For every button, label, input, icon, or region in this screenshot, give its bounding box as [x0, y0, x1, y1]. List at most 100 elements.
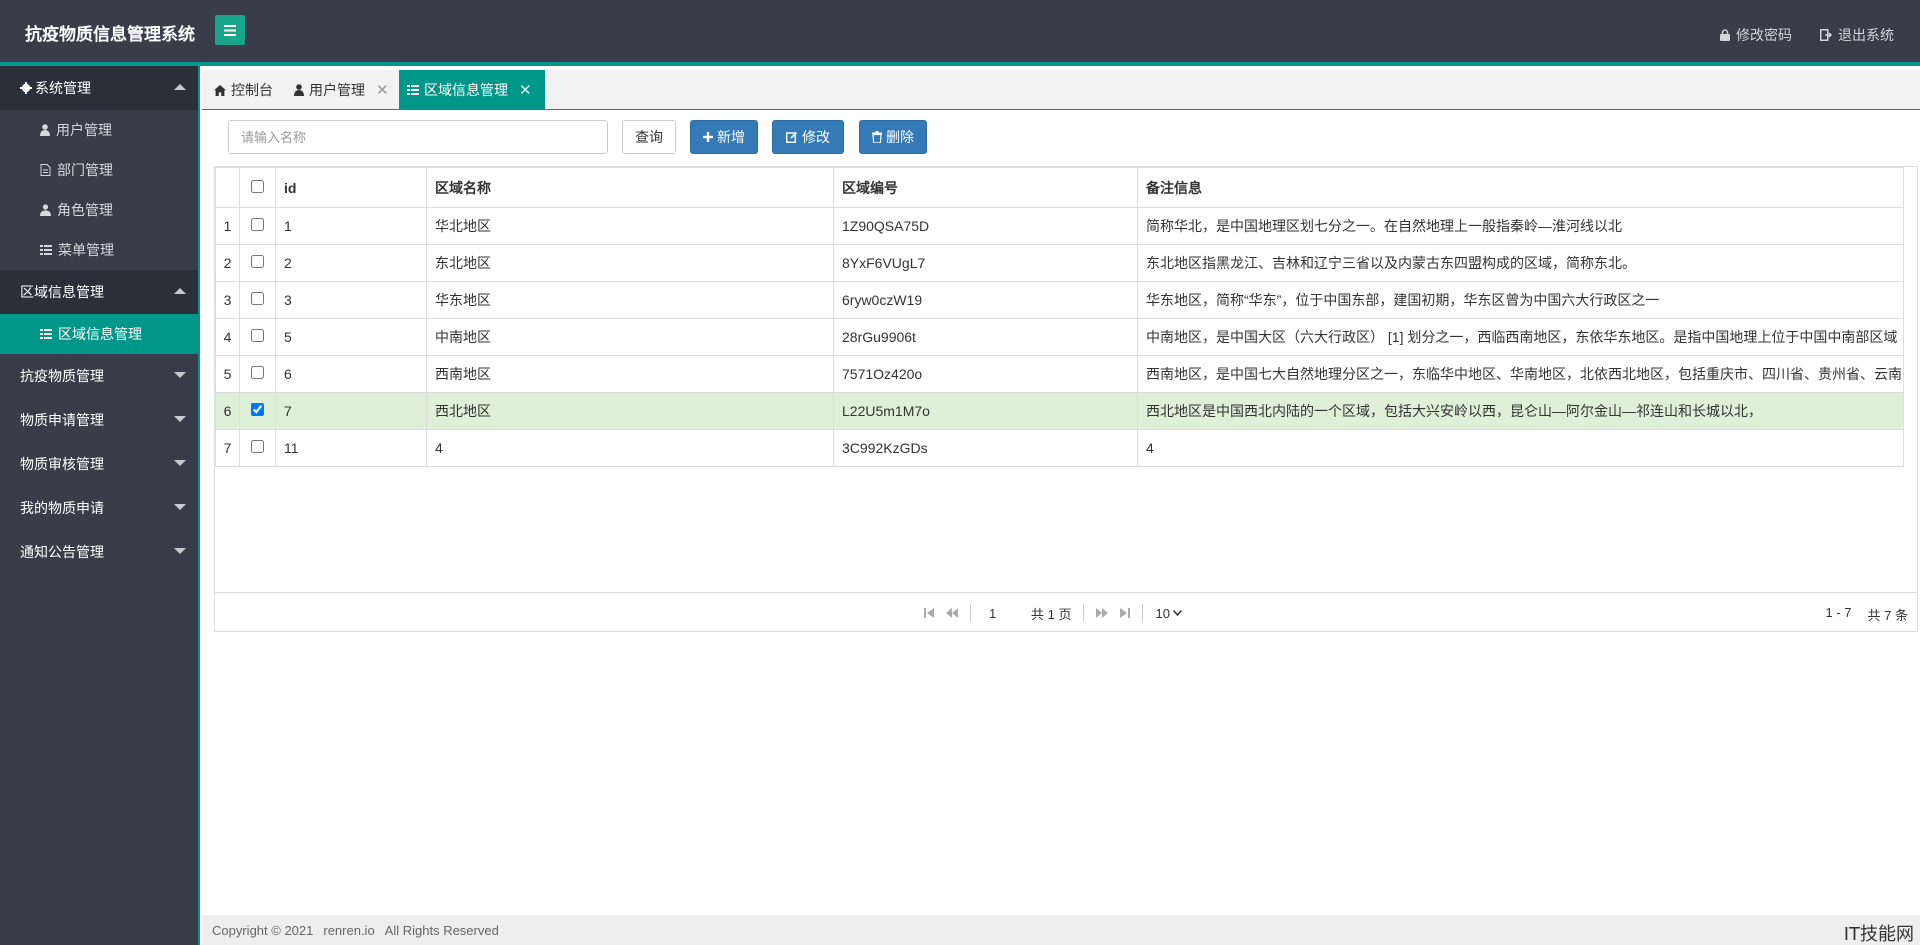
chevron-down-icon — [174, 416, 186, 422]
cell-remark: 中南地区，是中国大区（六大行政区） [1] 划分之一，西临西南地区，东依华东地区… — [1137, 318, 1904, 356]
cell-code: 1Z90QSA75D — [833, 207, 1138, 245]
tab-bar: 控制台 用户管理 ✕ 区域信息管理 ✕ — [202, 70, 1920, 110]
next-page-icon[interactable] — [1096, 608, 1109, 618]
table-row[interactable]: 4 5 中南地区 28rGu9906t 中南地区，是中国大区（六大行政区） [1… — [215, 318, 1904, 356]
page-number-input[interactable] — [983, 605, 1019, 621]
cell-name: 华北地区 — [426, 207, 834, 245]
cell-code: L22U5m1M7o — [833, 392, 1138, 430]
row-checkbox[interactable] — [251, 329, 264, 342]
cell-name: 西北地区 — [426, 392, 834, 430]
search-input[interactable] — [228, 120, 608, 154]
row-checkbox[interactable] — [251, 440, 264, 453]
cell-id: 11 — [275, 429, 427, 467]
select-all-header — [239, 167, 276, 208]
site-link[interactable]: renren.io — [323, 923, 374, 938]
cell-id: 7 — [275, 392, 427, 430]
close-icon[interactable]: ✕ — [376, 81, 389, 99]
table-row[interactable]: 5 6 西南地区 7571Oz420o 西南地区，是中国七大自然地理分区之一，东… — [215, 355, 1904, 393]
row-checkbox-cell — [239, 392, 276, 430]
cell-remark: 华东地区，简称“华东”，位于中国东部，建国初期，华东区曾为中国六大行政区之一 — [1137, 281, 1904, 319]
tab-label: 控制台 — [231, 82, 273, 98]
first-page-icon[interactable] — [924, 608, 934, 618]
sidebar-group-label: 区域信息管理 — [20, 284, 104, 300]
cell-id: 3 — [275, 281, 427, 319]
sidebar-group-review[interactable]: 物质审核管理 — [0, 442, 198, 486]
row-checkbox[interactable] — [251, 292, 264, 305]
last-page-icon[interactable] — [1120, 608, 1131, 618]
sidebar-group-notice[interactable]: 通知公告管理 — [0, 530, 198, 574]
prev-page-icon[interactable] — [946, 608, 958, 618]
cell-name: 中南地区 — [426, 318, 834, 356]
footer: Copyright © 2021 renren.io All Rights Re… — [202, 915, 1920, 945]
logout-label: 退出系统 — [1838, 27, 1894, 43]
add-label: 新增 — [717, 129, 745, 145]
chevron-down-icon — [174, 504, 186, 510]
logout-link[interactable]: 退出系统 — [1820, 25, 1894, 45]
rights-text: All Rights Reserved — [384, 922, 499, 938]
sidebar-group-region[interactable]: 区域信息管理 — [0, 270, 198, 314]
row-checkbox-cell — [239, 281, 276, 319]
sidebar-group-label: 抗疫物质管理 — [20, 368, 104, 384]
column-header-code[interactable]: 区域编号 — [833, 167, 1138, 208]
close-icon[interactable]: ✕ — [519, 81, 532, 99]
sidebar-item-region-info[interactable]: 区域信息管理 — [0, 314, 198, 354]
row-number-header — [215, 167, 240, 208]
watermark: IT技能网 — [1843, 924, 1914, 945]
delete-button[interactable]: 删除 — [859, 120, 927, 154]
chevron-down-icon — [174, 460, 186, 466]
sidebar-item-menu[interactable]: 菜单管理 — [0, 230, 198, 270]
file-icon — [40, 164, 51, 176]
sidebar-item-department[interactable]: 部门管理 — [0, 150, 198, 190]
tab-dashboard[interactable]: 控制台 — [206, 70, 281, 110]
cell-code: 7571Oz420o — [833, 355, 1138, 393]
list-icon — [40, 329, 52, 339]
pager-divider — [1083, 604, 1085, 622]
sidebar-item-label: 区域信息管理 — [58, 326, 142, 342]
sidebar-group-supplies[interactable]: 抗疫物质管理 — [0, 354, 198, 398]
cell-name: 西南地区 — [426, 355, 834, 393]
cell-remark: 西北地区是中国西北内陆的一个区域，包括大兴安岭以西，昆仑山—阿尔金山—祁连山和长… — [1137, 392, 1904, 430]
table-row[interactable]: 7 11 4 3C992KzGDs 4 — [215, 429, 1904, 467]
row-checkbox[interactable] — [251, 255, 264, 268]
delete-label: 删除 — [886, 129, 914, 145]
sidebar-item-label: 部门管理 — [57, 162, 113, 178]
sidebar: 系统管理 用户管理 部门管理 角色管理 菜单管理 区域信息管理 区域信息管理 抗… — [0, 66, 200, 945]
edit-button[interactable]: 修改 — [772, 120, 844, 154]
cell-remark: 东北地区指黑龙江、吉林和辽宁三省以及内蒙古东四盟构成的区域，简称东北。 — [1137, 244, 1904, 282]
row-checkbox-cell — [239, 355, 276, 393]
plus-icon — [703, 132, 713, 142]
add-button[interactable]: 新增 — [690, 120, 758, 154]
sidebar-group-application[interactable]: 物质申请管理 — [0, 398, 198, 442]
sidebar-item-user[interactable]: 用户管理 — [0, 110, 198, 150]
edit-label: 修改 — [802, 129, 830, 145]
cell-remark: 4 — [1137, 429, 1904, 467]
column-header-remark[interactable]: 备注信息 — [1137, 167, 1904, 208]
column-header-id[interactable]: id — [275, 167, 427, 208]
table-row[interactable]: 2 2 东北地区 8YxF6VUgL7 东北地区指黑龙江、吉林和辽宁三省以及内蒙… — [215, 244, 1904, 282]
pager-divider — [1142, 604, 1144, 622]
sidebar-item-role[interactable]: 角色管理 — [0, 190, 198, 230]
tab-user-management[interactable]: 用户管理 ✕ — [286, 70, 397, 110]
row-checkbox[interactable] — [251, 403, 264, 416]
sidebar-toggle-button[interactable] — [215, 15, 245, 45]
table-row[interactable]: 3 3 华东地区 6ryw0czW19 华东地区，简称“华东”，位于中国东部，建… — [215, 281, 1904, 319]
row-checkbox[interactable] — [251, 218, 264, 231]
select-all-checkbox[interactable] — [251, 179, 264, 193]
sidebar-group-system[interactable]: 系统管理 — [0, 66, 198, 110]
query-button[interactable]: 查询 — [622, 120, 676, 154]
sidebar-group-label: 物质审核管理 — [20, 456, 104, 472]
row-number: 6 — [215, 392, 240, 430]
column-header-name[interactable]: 区域名称 — [426, 167, 834, 208]
sidebar-group-my-application[interactable]: 我的物质申请 — [0, 486, 198, 530]
cell-id: 6 — [275, 355, 427, 393]
table-row[interactable]: 1 1 华北地区 1Z90QSA75D 简称华北，是中国地理区划七分之一。在自然… — [215, 207, 1904, 245]
cell-code: 3C992KzGDs — [833, 429, 1138, 467]
cell-id: 5 — [275, 318, 427, 356]
table-row-selected[interactable]: 6 7 西北地区 L22U5m1M7o 西北地区是中国西北内陆的一个区域，包括大… — [215, 392, 1904, 430]
trash-icon — [872, 131, 882, 143]
chevron-up-icon — [174, 288, 186, 294]
change-password-link[interactable]: 修改密码 — [1720, 25, 1792, 45]
tab-region-info[interactable]: 区域信息管理 ✕ — [399, 70, 545, 110]
row-checkbox[interactable] — [251, 366, 264, 379]
page-size-select[interactable]: 10 — [1155, 606, 1182, 621]
